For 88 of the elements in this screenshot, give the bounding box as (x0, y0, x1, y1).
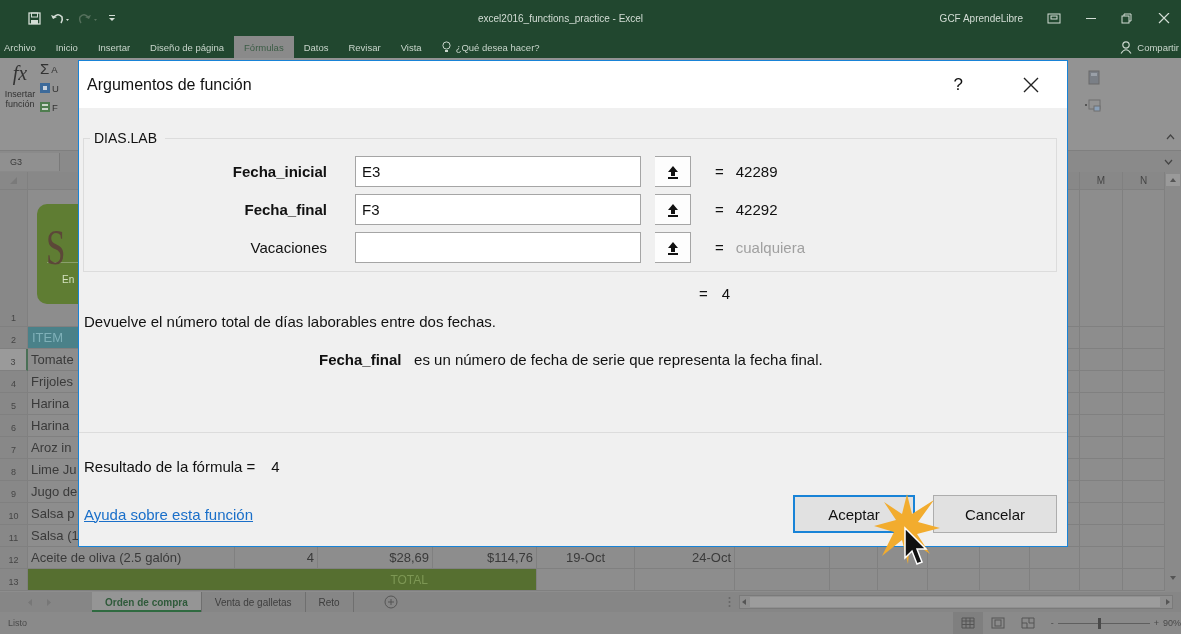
function-symbol: fx (12, 62, 28, 85)
equals-sign: = (715, 163, 724, 180)
formula-result-value: 4 (271, 457, 280, 475)
argument-field[interactable] (355, 232, 641, 263)
column-header[interactable]: M (1080, 172, 1123, 190)
upload-arrow-icon (666, 164, 679, 179)
scroll-up-icon[interactable] (1165, 174, 1181, 186)
name-box[interactable]: G3 (0, 152, 60, 171)
scroll-right-icon[interactable] (1164, 598, 1172, 606)
argument-help: Fecha_final es un número de fecha de serie que representa la fecha final. (319, 350, 823, 368)
logo-subtitle: En (62, 274, 75, 285)
restore-icon[interactable] (1121, 12, 1133, 24)
function-description: Devuelve el número total de días laborables entre dos fechas. (84, 312, 496, 330)
horizontal-scrollbar[interactable] (739, 595, 1173, 609)
upload-arrow-icon (666, 202, 679, 217)
collapse-button[interactable] (655, 232, 691, 263)
ribbon-tab[interactable]: Vista (390, 36, 432, 58)
window-title: excel2016_functions_practice - Excel (478, 12, 644, 24)
user-name: GCF AprendeLibre (939, 12, 1023, 24)
collapse-button[interactable] (655, 156, 691, 187)
row-header[interactable]: 11 (0, 525, 28, 547)
argument-field[interactable]: E3 (355, 156, 641, 187)
expand-icon[interactable] (1164, 158, 1173, 165)
function-name: DIAS.LAB (93, 130, 159, 146)
argument-label: Fecha_final (244, 201, 328, 218)
row-header[interactable]: 12 (0, 547, 28, 569)
help-button[interactable]: ? (953, 74, 963, 95)
person-icon (1120, 40, 1133, 54)
argument-label: Fecha_inicial (232, 163, 328, 180)
ribbon-display-icon[interactable] (1047, 12, 1061, 24)
row-header[interactable]: 10 (0, 503, 28, 525)
argument-field[interactable]: F3 (355, 194, 641, 225)
argument-result: 42289 (735, 163, 778, 180)
row-header[interactable]: 6 (0, 415, 28, 437)
ribbon-tab[interactable]: Archivo (0, 36, 46, 58)
ribbon-command[interactable]: Σ A (40, 62, 59, 76)
argument-label: Vacaciones (250, 239, 328, 256)
redo-icon[interactable] (79, 12, 99, 24)
row-header[interactable]: 3 (0, 349, 28, 371)
equals-sign: = (715, 201, 724, 218)
tell-me-field[interactable]: ¿Qué desea hacer? (455, 41, 540, 53)
zoom-slider-thumb[interactable] (1098, 617, 1102, 629)
ribbon-command[interactable]: U (40, 81, 59, 95)
row-header[interactable]: 9 (0, 481, 28, 503)
equals-sign: = (699, 284, 708, 302)
financial-functions-icon (40, 102, 50, 112)
ribbon-tab[interactable]: Fórmulas (234, 36, 294, 58)
row-header[interactable]: 7 (0, 437, 28, 459)
zoom-out-button[interactable]: - (1050, 618, 1054, 628)
customize-icon[interactable] (108, 14, 116, 22)
upload-arrow-icon (666, 240, 679, 255)
collapse-button[interactable] (655, 194, 691, 225)
lightbulb-icon (441, 41, 451, 53)
ribbon-tab[interactable]: Revisar (338, 36, 391, 58)
recent-functions-icon (40, 83, 50, 93)
normal-view-icon[interactable] (952, 612, 983, 634)
zoom-level[interactable]: 90% (1163, 618, 1181, 628)
equals-sign: = (715, 239, 724, 256)
ribbon-tab[interactable]: Inicio (45, 36, 88, 58)
ribbon-tab[interactable]: Datos (293, 36, 339, 58)
row-header[interactable]: 5 (0, 393, 28, 415)
function-result: 4 (721, 284, 731, 302)
dialog-button[interactable]: Cancelar (933, 495, 1057, 533)
add-sheet-icon[interactable] (383, 595, 398, 609)
calculator-icon[interactable] (1088, 70, 1100, 85)
ribbon-command[interactable]: F (40, 100, 59, 114)
row-header[interactable]: 4 (0, 371, 28, 393)
dialog-title: Argumentos de función (87, 75, 252, 94)
row-header[interactable]: 1 (0, 190, 28, 327)
insert-function-label[interactable]: Insertar función (3, 89, 37, 109)
ribbon-tab[interactable]: Diseño de página (140, 36, 235, 58)
status-text: Listo (8, 618, 27, 628)
logo-letter: S (46, 218, 66, 275)
save-icon[interactable] (28, 11, 41, 25)
undo-icon[interactable] (50, 12, 70, 24)
row-header[interactable]: 13 (0, 569, 28, 591)
share-button[interactable]: Compartir (1137, 41, 1179, 53)
zoom-in-button[interactable]: + (1153, 618, 1159, 628)
sheet-tab[interactable]: Orden de compra (92, 592, 202, 612)
column-header[interactable]: N (1123, 172, 1165, 190)
argument-result: 42292 (735, 201, 778, 218)
row-header[interactable]: 2 (0, 327, 28, 349)
scroll-left-icon[interactable] (740, 598, 748, 606)
sheet-calculation-icon[interactable] (1084, 98, 1102, 113)
close-icon[interactable] (1023, 76, 1039, 93)
argument-result: cualquiera (735, 239, 805, 256)
ribbon-tab[interactable]: Insertar (87, 36, 141, 58)
collapse-ribbon-icon[interactable] (1166, 134, 1175, 140)
